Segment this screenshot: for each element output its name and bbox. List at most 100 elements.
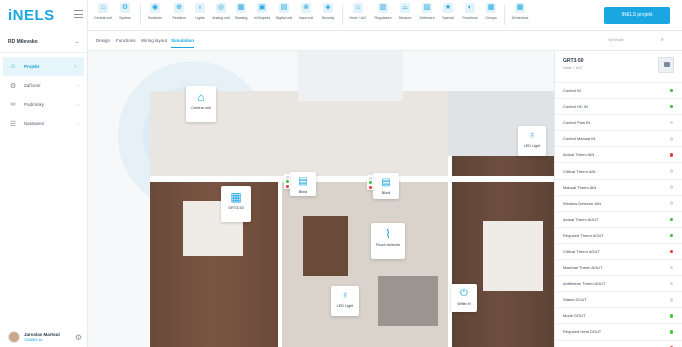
io-row-label: Antifreeze Therm AOUT <box>563 281 606 287</box>
site-name: RD Milevsko <box>8 38 38 45</box>
io-row[interactable]: Manual Therm AIN <box>555 180 682 196</box>
inels-logo: iNELS <box>8 7 55 24</box>
tool-digital-unit[interactable]: ▤ Digital unit <box>272 3 296 20</box>
io-row[interactable]: Mode DOUT <box>555 308 682 325</box>
io-row-label: Actual Therm AIN <box>563 152 595 158</box>
central-unit-icon: ⌂ <box>98 3 108 13</box>
tab-design[interactable]: Design <box>96 38 110 43</box>
detector-icon: ▨ <box>422 3 432 13</box>
status-dot <box>368 176 372 180</box>
tool-groups[interactable]: ▦ Groups <box>479 3 503 20</box>
user-profile[interactable]: Jaroslav Martoul 105883.sk ⚙ <box>8 331 84 343</box>
digital-icon: ▤ <box>279 3 289 13</box>
switch-icon: ◉ <box>150 3 160 13</box>
tool-regulators[interactable]: ▥ Regulators <box>371 3 395 20</box>
io-row-label: Control IN <box>563 88 582 94</box>
device-blind[interactable]: ▤ Blind <box>367 173 399 199</box>
status-dot <box>285 175 289 179</box>
view-tabs: Design Functions Wiring layout Simulatio… <box>88 31 682 51</box>
io-row[interactable]: Required Therm AOUT <box>555 228 682 244</box>
status-dot <box>669 265 673 270</box>
device-grt3-50[interactable]: ▦ GRT3-50 <box>221 186 251 222</box>
status-dot <box>669 153 673 157</box>
bulb-icon: ♁ <box>341 290 349 301</box>
tool-security[interactable]: ◈ Security <box>316 3 340 20</box>
io-row[interactable]: Required Heat DOUT <box>555 324 682 341</box>
device-led-light[interactable]: ♁ LED Light <box>518 126 546 156</box>
io-row[interactable]: Maximal Therm AOUT <box>555 260 682 277</box>
io-row[interactable]: Status DOUT <box>555 292 682 309</box>
tool-special[interactable]: ★ Special <box>436 3 460 20</box>
io-row-label: Control Plan IN <box>563 120 591 126</box>
io-row-label: Manual Therm AIN <box>563 184 597 190</box>
tool-central-unit[interactable]: ⌂ Central unit <box>91 3 115 20</box>
avatar <box>8 331 20 343</box>
tab-simulation[interactable]: Simulation <box>171 38 195 48</box>
inels-project-button[interactable]: INELS projekt <box>604 7 670 24</box>
site-selector[interactable]: RD Milevsko ⌄ <box>0 31 87 53</box>
status-dot <box>669 330 673 334</box>
status-dot <box>669 281 673 286</box>
io-row[interactable]: Control IN <box>555 83 682 100</box>
device-blind[interactable]: ▤ Blind <box>284 172 316 196</box>
thermostat-icon: ▦ <box>230 190 242 204</box>
device-wifile-h[interactable]: ⏻ Wifile-H <box>451 284 477 312</box>
io-row[interactable]: Actual Therm AOUT <box>555 212 682 228</box>
chevron-right-icon: › <box>74 63 76 70</box>
device-detail-panel: GRT3-50 Heat + A/C Control IN Control HC … <box>554 51 682 347</box>
io-row[interactable]: Critical Therm AIN <box>555 163 682 180</box>
regulator-icon: ▥ <box>378 3 388 13</box>
sidebar-item-zarizeni[interactable]: ⚙ Zařízení › <box>0 76 87 95</box>
hamburger-menu-icon[interactable] <box>74 10 83 18</box>
io-row-label: Critical Therm AIN <box>563 168 596 174</box>
status-dot <box>368 185 372 189</box>
io-row[interactable]: Control Manual IN <box>555 131 682 148</box>
star-icon: ★ <box>443 3 453 13</box>
tool-switches[interactable]: ◉ Switches <box>143 3 167 20</box>
io-row[interactable]: Control Plan IN <box>555 115 682 132</box>
all-devices-icon: ▦ <box>515 3 525 13</box>
device-central-unit[interactable]: ⌂ Central unit <box>186 86 216 122</box>
chevron-right-icon: › <box>77 101 79 108</box>
tool-heat-ac[interactable]: ⌂ Heat + A/C <box>346 3 370 20</box>
search-icon[interactable]: ⌕ <box>661 37 664 44</box>
io-row[interactable]: Critical Therm AOUT <box>555 244 682 261</box>
bulb-icon: ♁ <box>195 3 205 13</box>
io-row[interactable]: Holiday DOUT <box>555 341 682 347</box>
gear-icon[interactable]: ⚙ <box>75 333 82 342</box>
status-dot <box>669 185 673 189</box>
tool-all-devices[interactable]: ▦ All devices <box>508 3 532 20</box>
sidebar-item-projekt[interactable]: ⌂ Projekt › <box>3 57 84 76</box>
tool-system[interactable]: ⚙ System <box>113 3 137 20</box>
toolbar-divider <box>342 5 343 25</box>
io-row[interactable]: Window Detector AIN <box>555 196 682 212</box>
function-icon: ◐ <box>465 3 475 13</box>
io-row[interactable]: Control HC IN <box>555 99 682 116</box>
home-icon: ⌂ <box>197 90 205 104</box>
inner-wall <box>448 156 452 347</box>
dining-table <box>303 216 348 276</box>
sofa <box>378 276 438 326</box>
status-dot <box>669 201 673 205</box>
inner-wall <box>278 182 282 347</box>
sidebar: iNELS RD Milevsko ⌄ ⌂ Projekt › ⚙ Zaříze… <box>0 0 88 347</box>
tab-wiring-layout[interactable]: Wiring layout <box>141 38 167 43</box>
devices-icon: ⚙ <box>9 82 17 90</box>
device-flood-detector[interactable]: ⌇ Flood detector <box>371 223 405 259</box>
tool-sensors[interactable]: ⌓ Sensors <box>393 3 417 20</box>
simulation-canvas[interactable]: ⌂ Central unit ♁ LED Light ▤ Blind ▤ Bli… <box>88 51 554 347</box>
tool-in-outputs[interactable]: ▣ In/Outputs <box>250 3 274 20</box>
sidebar-item-podminky[interactable]: ∞ Podmínky › <box>0 95 87 114</box>
search-input[interactable]: Vyhledat <box>608 37 666 46</box>
io-row-label: Required Therm AOUT <box>563 232 604 238</box>
thermometer-icon: ⌇ <box>385 227 391 241</box>
tool-input-unit[interactable]: ⊗ Input unit <box>294 3 318 20</box>
io-row[interactable]: Antifreeze Therm AOUT <box>555 276 682 293</box>
inner-wall <box>150 176 554 182</box>
analog-icon: ◎ <box>216 3 226 13</box>
device-led-light[interactable]: ♁ LED Light <box>331 286 359 316</box>
io-row[interactable]: Actual Therm AIN <box>555 147 682 164</box>
status-dot <box>669 298 673 302</box>
sidebar-item-nastaveni[interactable]: ☰ Nastavení › <box>0 114 87 133</box>
tab-functions[interactable]: Functions <box>116 38 136 43</box>
